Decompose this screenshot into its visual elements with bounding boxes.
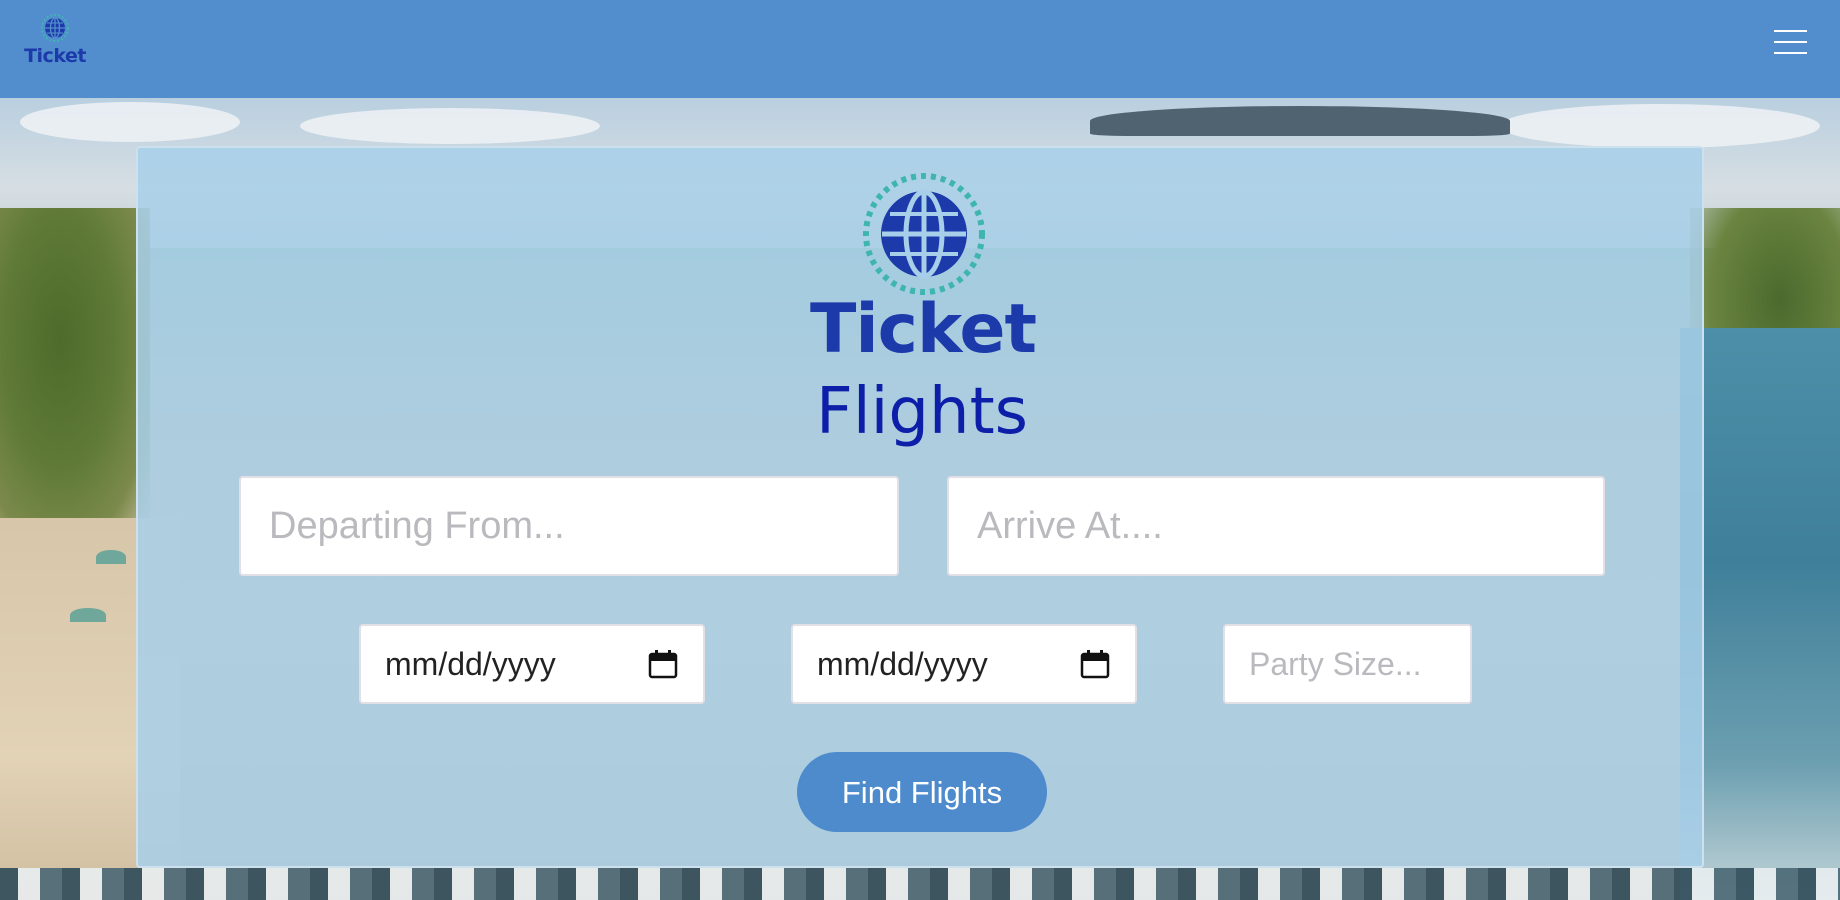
menu-line xyxy=(1774,41,1807,43)
background-cloud xyxy=(20,102,240,142)
menu-line xyxy=(1774,30,1807,32)
find-flights-button[interactable]: Find Flights xyxy=(797,752,1047,832)
background-mountain xyxy=(1090,106,1510,136)
background-cloud xyxy=(1500,104,1820,148)
globe-icon xyxy=(40,13,70,43)
top-navbar: Ticket xyxy=(0,0,1840,98)
globe-icon xyxy=(862,172,986,296)
background-palms-left xyxy=(0,208,150,538)
page-title: Flights xyxy=(816,375,1028,449)
arrive-at-input[interactable] xyxy=(947,476,1605,576)
home-logo-link[interactable]: Ticket xyxy=(22,13,88,67)
background-sea xyxy=(1680,328,1840,900)
background-cloud xyxy=(300,108,600,144)
logo-text: Ticket xyxy=(24,45,86,67)
departure-date-input[interactable]: mm/dd/yyyy xyxy=(359,624,705,704)
calendar-icon[interactable] xyxy=(647,648,679,680)
departing-from-input[interactable] xyxy=(239,476,899,576)
brand-logo-text: Ticket xyxy=(809,290,1037,369)
background-umbrella xyxy=(96,550,126,564)
calendar-icon[interactable] xyxy=(1079,648,1111,680)
departure-date-value: mm/dd/yyyy xyxy=(385,645,556,682)
hamburger-menu-icon[interactable] xyxy=(1774,30,1810,58)
return-date-input[interactable]: mm/dd/yyyy xyxy=(791,624,1137,704)
party-size-input[interactable] xyxy=(1223,624,1472,704)
background-umbrella xyxy=(70,608,106,622)
return-date-value: mm/dd/yyyy xyxy=(817,645,988,682)
menu-line xyxy=(1774,52,1807,54)
background-surf xyxy=(0,868,1840,900)
